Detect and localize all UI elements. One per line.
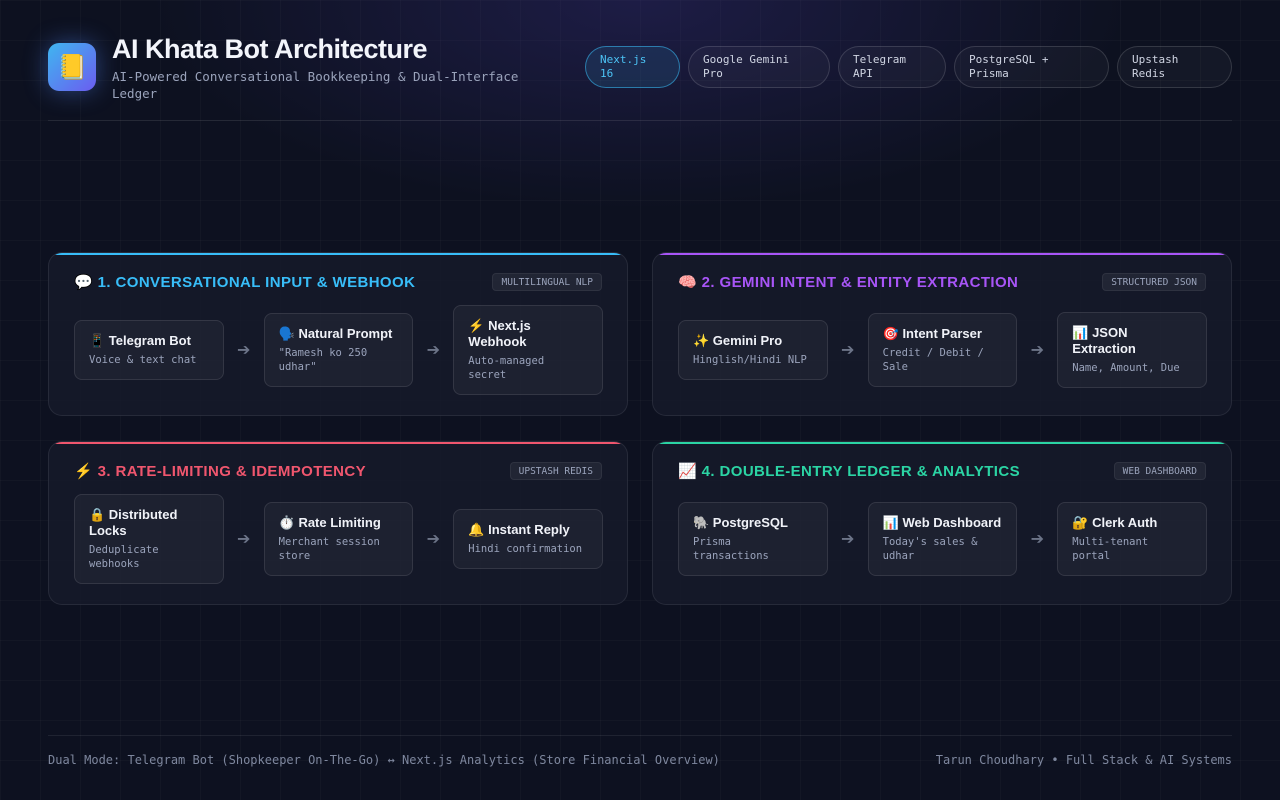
node-desc: Auto-managed secret xyxy=(468,355,545,381)
node-telegram-bot: 📱 Telegram Bot Voice & text chat xyxy=(74,320,224,380)
node-title: 🗣️ Natural Prompt xyxy=(278,326,393,341)
notebook-logo-icon: 📒 xyxy=(48,43,96,91)
node-instant-reply: 🔔 Instant Reply Hindi confirmation xyxy=(453,509,604,569)
arrow-right-icon: ➔ xyxy=(426,531,441,548)
node-desc: Merchant session store xyxy=(278,536,380,562)
panel-title: 📈 4. DOUBLE-ENTRY LEDGER & ANALYTICS xyxy=(678,463,1020,480)
node-title: 🔐 Clerk Auth xyxy=(1072,515,1158,530)
panel-badge: MULTILINGUAL NLP xyxy=(492,273,602,291)
arrow-right-icon: ➔ xyxy=(236,531,251,548)
panel-title: 💬 1. CONVERSATIONAL INPUT & WEBHOOK xyxy=(74,274,416,291)
node-title: ⏱️ Rate Limiting xyxy=(278,515,381,530)
panel-badge: WEB DASHBOARD xyxy=(1113,462,1206,480)
tag-nextjs[interactable]: Next.js 16 xyxy=(585,46,680,88)
node-postgresql: 🐘 PostgreSQL Prisma transactions xyxy=(678,502,828,576)
node-desc: "Ramesh ko 250 udhar" xyxy=(278,347,368,373)
arrow-right-icon: ➔ xyxy=(840,342,855,359)
arrow-right-icon: ➔ xyxy=(840,531,855,548)
tag-gemini[interactable]: Google Gemini Pro xyxy=(688,46,830,88)
node-natural-prompt: 🗣️ Natural Prompt "Ramesh ko 250 udhar" xyxy=(263,313,414,387)
page-subtitle: AI-Powered Conversational Bookkeeping & … xyxy=(112,69,519,101)
node-desc: Deduplicate webhooks xyxy=(89,544,159,570)
node-distributed-locks: 🔒 Distributed Locks Deduplicate webhooks xyxy=(74,494,224,584)
footer-credit: Tarun Choudhary • Full Stack & AI System… xyxy=(935,753,1232,767)
panel-ledger-analytics: 📈 4. DOUBLE-ENTRY LEDGER & ANALYTICS WEB… xyxy=(652,441,1232,605)
node-title: 📊 Web Dashboard xyxy=(882,515,1002,530)
tech-tags: Next.js 16 Google Gemini Pro Telegram AP… xyxy=(585,46,1232,88)
panel-title: 🧠 2. GEMINI INTENT & ENTITY EXTRACTION xyxy=(678,274,1019,291)
arrow-right-icon: ➔ xyxy=(236,342,251,359)
node-desc: Prisma transactions xyxy=(693,536,769,562)
flow-row: 📱 Telegram Bot Voice & text chat ➔ 🗣️ Na… xyxy=(74,305,604,395)
flow-row: 🔒 Distributed Locks Deduplicate webhooks… xyxy=(74,494,604,584)
node-title: 📊 JSON Extraction xyxy=(1072,325,1136,356)
page-title: AI Khata Bot Architecture xyxy=(112,34,428,64)
node-desc: Voice & text chat xyxy=(89,354,197,366)
node-title: 🐘 PostgreSQL xyxy=(693,515,788,530)
panel-badge: UPSTASH REDIS xyxy=(509,462,602,480)
tag-telegram[interactable]: Telegram API xyxy=(838,46,946,88)
node-nextjs-webhook: ⚡ Next.js Webhook Auto-managed secret xyxy=(453,305,604,395)
node-title: ⚡ Next.js Webhook xyxy=(468,318,531,349)
node-title: 🎯 Intent Parser xyxy=(882,326,982,341)
node-desc: Name, Amount, Due xyxy=(1072,362,1180,374)
node-intent-parser: 🎯 Intent Parser Credit / Debit / Sale xyxy=(867,313,1018,387)
panel-title: ⚡ 3. RATE-LIMITING & IDEMPOTENCY xyxy=(74,463,367,480)
tag-upstash[interactable]: Upstash Redis xyxy=(1117,46,1232,88)
panel-gemini-extraction: 🧠 2. GEMINI INTENT & ENTITY EXTRACTION S… xyxy=(652,252,1232,416)
header: 📒 AI Khata Bot Architecture AI-Powered C… xyxy=(48,34,1232,121)
arrow-right-icon: ➔ xyxy=(426,342,441,359)
node-desc: Hindi confirmation xyxy=(468,543,583,555)
node-desc: Hinglish/Hindi NLP xyxy=(693,354,807,366)
panel-badge: STRUCTURED JSON xyxy=(1102,273,1206,291)
footer: Dual Mode: Telegram Bot (Shopkeeper On-T… xyxy=(48,735,1232,775)
node-gemini-pro: ✨ Gemini Pro Hinglish/Hindi NLP xyxy=(678,320,828,380)
node-json-extraction: 📊 JSON Extraction Name, Amount, Due xyxy=(1057,312,1208,388)
node-desc: Credit / Debit / Sale xyxy=(882,347,984,373)
node-title: 🔒 Distributed Locks xyxy=(89,507,178,538)
node-desc: Multi-tenant portal xyxy=(1072,536,1149,562)
panel-conversational-input: 💬 1. CONVERSATIONAL INPUT & WEBHOOK MULT… xyxy=(48,252,628,416)
node-title: ✨ Gemini Pro xyxy=(693,333,783,348)
node-rate-limiting: ⏱️ Rate Limiting Merchant session store xyxy=(263,502,414,576)
footer-mode-text: Dual Mode: Telegram Bot (Shopkeeper On-T… xyxy=(48,753,720,767)
arrow-right-icon: ➔ xyxy=(1030,342,1045,359)
node-title: 🔔 Instant Reply xyxy=(468,522,570,537)
arrow-right-icon: ➔ xyxy=(1030,531,1045,548)
tag-postgresql[interactable]: PostgreSQL + Prisma xyxy=(954,46,1109,88)
flow-row: ✨ Gemini Pro Hinglish/Hindi NLP ➔ 🎯 Inte… xyxy=(678,305,1208,395)
node-desc: Today's sales & udhar xyxy=(882,536,978,562)
node-title: 📱 Telegram Bot xyxy=(89,333,191,348)
node-clerk-auth: 🔐 Clerk Auth Multi-tenant portal xyxy=(1057,502,1208,576)
panel-rate-limiting: ⚡ 3. RATE-LIMITING & IDEMPOTENCY UPSTASH… xyxy=(48,441,628,605)
flow-row: 🐘 PostgreSQL Prisma transactions ➔ 📊 Web… xyxy=(678,494,1208,584)
node-web-dashboard: 📊 Web Dashboard Today's sales & udhar xyxy=(867,502,1018,576)
